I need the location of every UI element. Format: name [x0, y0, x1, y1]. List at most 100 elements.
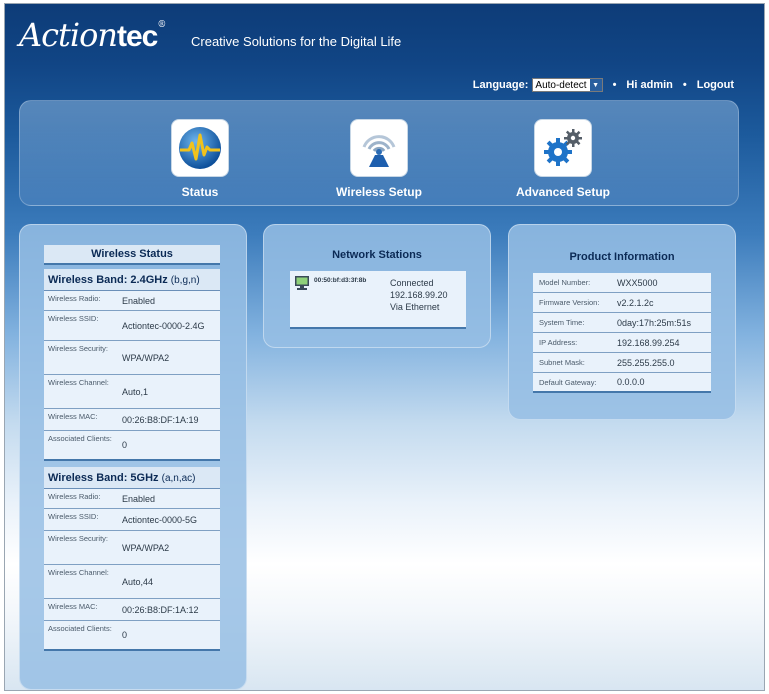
main-nav: Status Wireless Setup Advanced Setup	[19, 100, 739, 206]
row-wireless-mac: Wireless MAC: 00:26:B8:DF:1A:19	[44, 409, 220, 431]
row-key: Firmware Version:	[539, 298, 600, 307]
nav-status[interactable]: Status	[140, 119, 260, 199]
band-name: Wireless Band: 5GHz	[48, 472, 159, 484]
row-wireless-channel: Wireless Channel: Auto,1	[44, 375, 220, 409]
row-key: Wireless SSID:	[48, 512, 99, 521]
computer-icon	[294, 275, 310, 296]
status-waveform-icon[interactable]	[171, 119, 229, 177]
row-ip-address: IP Address: 192.168.99.254	[533, 333, 711, 353]
greeting-text: Hi admin	[626, 79, 673, 91]
product-info-table: Model Number: WXX5000 Firmware Version: …	[533, 273, 711, 393]
row-value: WPA/WPA2	[122, 352, 170, 363]
band-modes: (b,g,n)	[170, 275, 200, 286]
row-firmware-version: Firmware Version: v2.2.1.2c	[533, 293, 711, 313]
bullet-separator: •	[682, 79, 687, 91]
row-key: Model Number:	[539, 278, 591, 287]
row-model-number: Model Number: WXX5000	[533, 273, 711, 293]
row-key: Wireless Channel:	[48, 378, 109, 387]
row-key: Subnet Mask:	[539, 358, 585, 367]
row-key: IP Address:	[539, 338, 578, 347]
nav-advanced-setup-label: Advanced Setup	[515, 185, 611, 199]
network-stations-panel: Network Stations 00:50:bf:d3:3f:8b Conne…	[263, 224, 491, 348]
row-key: Wireless Security:	[48, 534, 109, 543]
language-label: Language:	[472, 79, 529, 91]
station-entry[interactable]: 00:50:bf:d3:3f:8b Connected 192.168.99.2…	[290, 271, 466, 329]
row-subnet-mask: Subnet Mask: 255.255.255.0	[533, 353, 711, 373]
gears-icon[interactable]	[534, 119, 592, 177]
network-stations-title: Network Stations	[332, 249, 422, 261]
actiontec-logo[interactable]: Actiontec®	[19, 16, 166, 54]
row-value: Auto,44	[122, 576, 154, 587]
wireless-status-content: Wireless Status Wireless Band: 2.4GHz (b…	[44, 245, 220, 651]
row-wireless-security: Wireless Security: WPA/WPA2	[44, 341, 220, 375]
row-value: 255.255.255.0	[617, 357, 675, 368]
row-key: Wireless MAC:	[48, 602, 98, 611]
band-header-2-4ghz: Wireless Band: 2.4GHz (b,g,n)	[44, 269, 220, 291]
product-info-title: Product Information	[569, 251, 675, 263]
language-select[interactable]: Auto-detect ▼	[532, 78, 603, 92]
station-connection-type: Via Ethernet	[390, 302, 440, 312]
row-key: Wireless Radio:	[48, 492, 101, 501]
row-value: WPA/WPA2	[122, 542, 170, 553]
station-ip: 192.168.99.20	[390, 290, 448, 300]
row-key: Associated Clients:	[48, 434, 112, 443]
bullet-separator: •	[612, 79, 617, 91]
row-key: Wireless SSID:	[48, 314, 99, 323]
row-wireless-radio: Wireless Radio: Enabled	[44, 291, 220, 311]
nav-wireless-setup-label: Wireless Setup	[336, 185, 422, 199]
nav-advanced-setup[interactable]: Advanced Setup	[503, 119, 623, 199]
row-value: Actiontec-0000-5G	[122, 514, 198, 525]
row-value: 0	[122, 440, 128, 450]
row-key: Associated Clients:	[48, 624, 112, 633]
row-value: Actiontec-0000-2.4G	[122, 320, 205, 331]
row-value: 0	[122, 630, 128, 640]
station-status: Connected	[390, 278, 434, 288]
row-key: System Time:	[539, 318, 585, 327]
row-value: v2.2.1.2c	[617, 297, 654, 308]
row-value: 192.168.99.254	[617, 337, 680, 348]
row-wireless-security: Wireless Security: WPA/WPA2	[44, 531, 220, 565]
row-wireless-ssid: Wireless SSID: Actiontec-0000-5G	[44, 509, 220, 531]
nav-status-label: Status	[181, 185, 219, 199]
row-wireless-mac: Wireless MAC: 00:26:B8:DF:1A:12	[44, 599, 220, 621]
trademark-symbol: ®	[157, 20, 166, 30]
row-value: 0.0.0.0	[617, 377, 645, 387]
row-system-time: System Time: 0day:17h:25m:51s	[533, 313, 711, 333]
band-header-5ghz: Wireless Band: 5GHz (a,n,ac)	[44, 467, 220, 489]
router-admin-page: Actiontec® Creative Solutions for the Di…	[4, 3, 765, 691]
tagline: Creative Solutions for the Digital Life	[191, 34, 402, 49]
wireless-signal-icon[interactable]	[350, 119, 408, 177]
row-default-gateway: Default Gateway: 0.0.0.0	[533, 373, 711, 393]
row-value: WXX5000	[617, 277, 658, 288]
band-name: Wireless Band: 2.4GHz	[48, 274, 168, 286]
row-associated-clients: Associated Clients: 0	[44, 621, 220, 651]
nav-wireless-setup[interactable]: Wireless Setup	[319, 119, 439, 199]
logout-link[interactable]: Logout	[697, 79, 734, 91]
row-wireless-radio: Wireless Radio: Enabled	[44, 489, 220, 509]
row-key: Wireless Security:	[48, 344, 109, 353]
row-associated-clients: Associated Clients: 0	[44, 431, 220, 461]
row-key: Wireless Channel:	[48, 568, 109, 577]
row-key: Wireless Radio:	[48, 294, 101, 303]
product-info-panel: Product Information Model Number: WXX500…	[508, 224, 736, 420]
wireless-status-panel: Wireless Status Wireless Band: 2.4GHz (b…	[19, 224, 247, 690]
row-value: Auto,1	[122, 386, 149, 397]
wireless-status-title: Wireless Status	[44, 245, 220, 265]
row-value: 00:26:B8:DF:1A:19	[122, 414, 199, 425]
language-select-value: Auto-detect	[535, 79, 587, 91]
row-value: 00:26:B8:DF:1A:12	[122, 604, 199, 615]
station-mac: 00:50:bf:d3:3f:8b	[314, 277, 367, 284]
user-bar: Language: Auto-detect ▼ • Hi admin • Log…	[473, 78, 734, 92]
chevron-down-icon[interactable]: ▼	[589, 79, 602, 91]
row-value: Enabled	[122, 493, 156, 504]
row-wireless-ssid: Wireless SSID: Actiontec-0000-2.4G	[44, 311, 220, 341]
logo-bold: tec	[117, 20, 158, 53]
row-key: Default Gateway:	[539, 377, 597, 387]
band-modes: (a,n,ac)	[161, 473, 196, 484]
row-value: 0day:17h:25m:51s	[617, 317, 692, 328]
logo-script: Action	[19, 16, 118, 54]
station-details: Connected 192.168.99.20 Via Ethernet	[390, 277, 448, 313]
row-wireless-channel: Wireless Channel: Auto,44	[44, 565, 220, 599]
row-key: Wireless MAC:	[48, 412, 98, 421]
row-value: Enabled	[122, 295, 156, 306]
